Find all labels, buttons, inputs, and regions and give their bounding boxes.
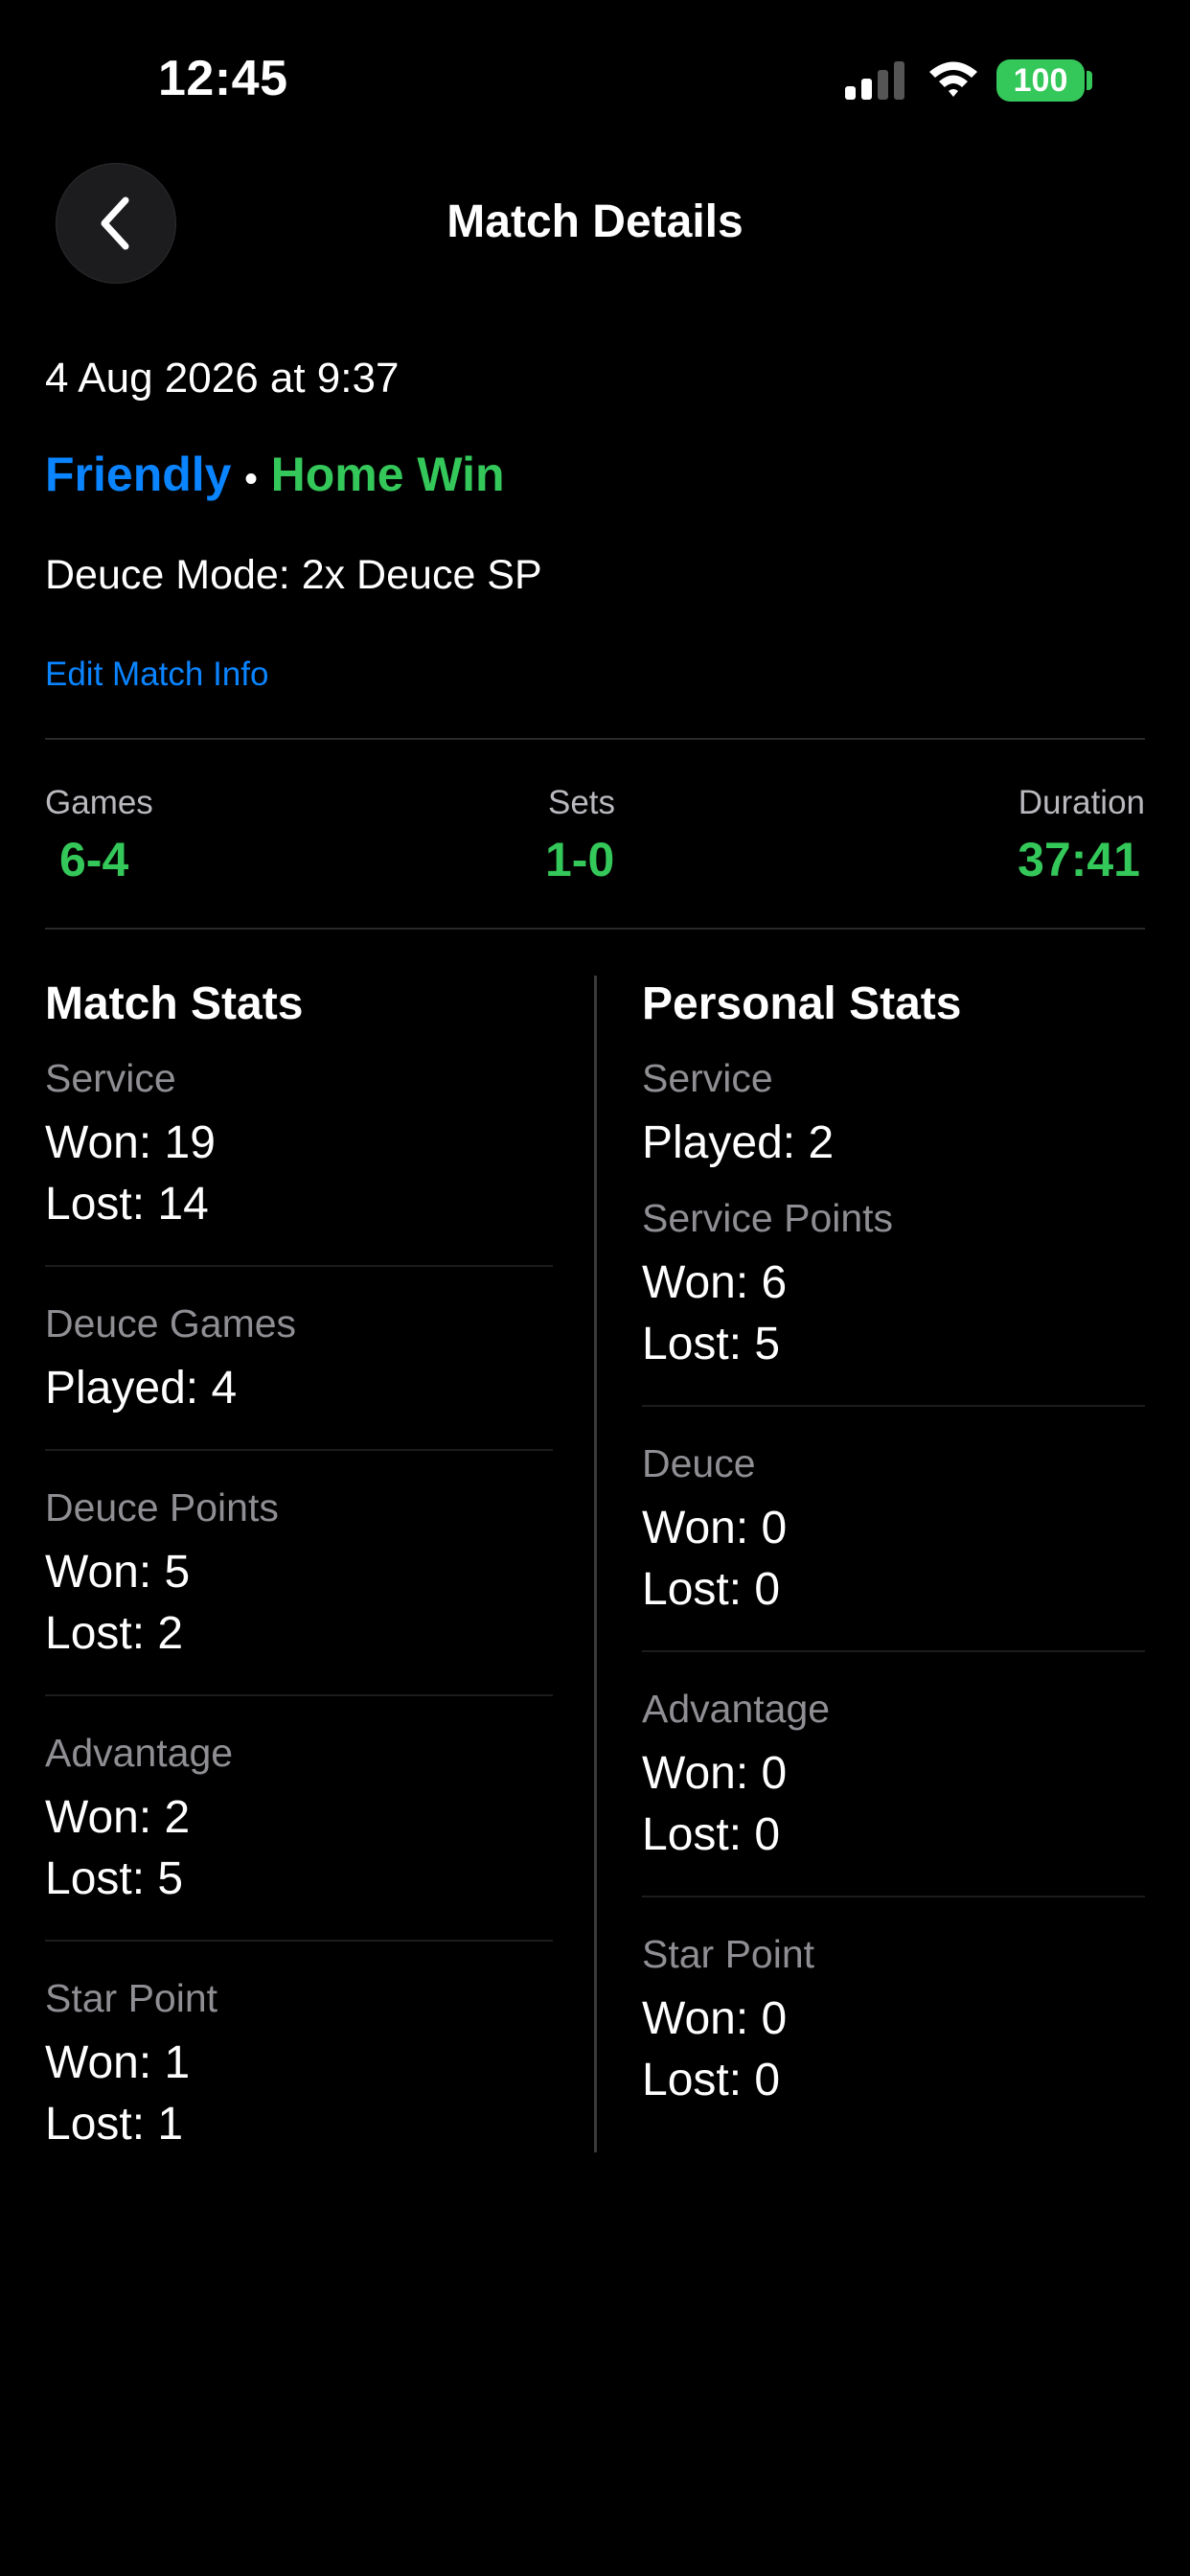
match-service-label: Service	[45, 1056, 176, 1100]
match-star-point-lost: Lost: 1	[45, 2099, 184, 2150]
match-service-lost: Lost: 14	[45, 1179, 209, 1230]
column-divider	[594, 976, 597, 2152]
deuce-points-label: Deuce Points	[45, 1485, 279, 1530]
sets-value: 1-0	[545, 833, 615, 886]
service-points-label: Service Points	[642, 1196, 894, 1240]
personal-stats-title: Personal Stats	[642, 978, 962, 1029]
section-separator	[642, 1896, 1145, 1898]
games-value: 6-4	[59, 833, 129, 886]
section-separator	[642, 1650, 1145, 1652]
deuce-games-played: Played: 4	[45, 1363, 238, 1414]
deuce-games-label: Deuce Games	[45, 1301, 297, 1346]
personal-star-point-lost: Lost: 0	[642, 2055, 781, 2105]
personal-advantage-label: Advantage	[642, 1687, 831, 1731]
match-type-line: Friendly • Home Win	[45, 447, 505, 502]
personal-service-played: Played: 2	[642, 1117, 835, 1168]
match-star-point-label: Star Point	[45, 1976, 218, 2020]
duration-label: Duration	[1018, 784, 1145, 821]
divider	[45, 928, 1145, 930]
personal-deuce-lost: Lost: 0	[642, 1564, 781, 1615]
match-service-won: Won: 19	[45, 1117, 216, 1168]
duration-value: 37:41	[1018, 833, 1140, 886]
match-result: Home Win	[270, 448, 505, 501]
page-title: Match Details	[446, 196, 744, 247]
edit-match-info-link[interactable]: Edit Match Info	[45, 656, 268, 694]
section-separator	[45, 1449, 553, 1451]
match-stats-title: Match Stats	[45, 978, 304, 1029]
divider	[45, 738, 1145, 740]
match-date: 4 Aug 2026 at 9:37	[45, 355, 400, 402]
battery-cap	[1087, 71, 1092, 90]
personal-advantage-won: Won: 0	[642, 1748, 788, 1799]
match-type: Friendly	[45, 448, 232, 501]
sets-label: Sets	[548, 784, 616, 821]
match-star-point-won: Won: 1	[45, 2037, 191, 2088]
service-points-lost: Lost: 5	[642, 1319, 781, 1369]
wifi-icon	[929, 61, 977, 97]
section-separator	[45, 1694, 553, 1696]
games-label: Games	[45, 784, 153, 821]
cellular-signal-icon	[845, 61, 904, 100]
personal-deuce-won: Won: 0	[642, 1503, 788, 1553]
personal-deuce-label: Deuce	[642, 1441, 756, 1485]
match-advantage-label: Advantage	[45, 1731, 234, 1775]
battery-indicator: 100	[996, 59, 1085, 102]
personal-service-label: Service	[642, 1056, 773, 1100]
deuce-mode: Deuce Mode: 2x Deuce SP	[45, 552, 542, 598]
deuce-points-lost: Lost: 2	[45, 1608, 184, 1659]
personal-star-point-label: Star Point	[642, 1932, 815, 1976]
deuce-points-won: Won: 5	[45, 1547, 191, 1598]
match-advantage-lost: Lost: 5	[45, 1853, 184, 1904]
section-separator	[642, 1405, 1145, 1407]
personal-star-point-won: Won: 0	[642, 1993, 788, 2044]
status-time: 12:45	[158, 51, 288, 106]
match-advantage-won: Won: 2	[45, 1792, 191, 1843]
separator-bullet: •	[244, 459, 258, 499]
service-points-won: Won: 6	[642, 1257, 788, 1308]
personal-advantage-lost: Lost: 0	[642, 1809, 781, 1860]
section-separator	[45, 1265, 553, 1267]
section-separator	[45, 1940, 553, 1942]
